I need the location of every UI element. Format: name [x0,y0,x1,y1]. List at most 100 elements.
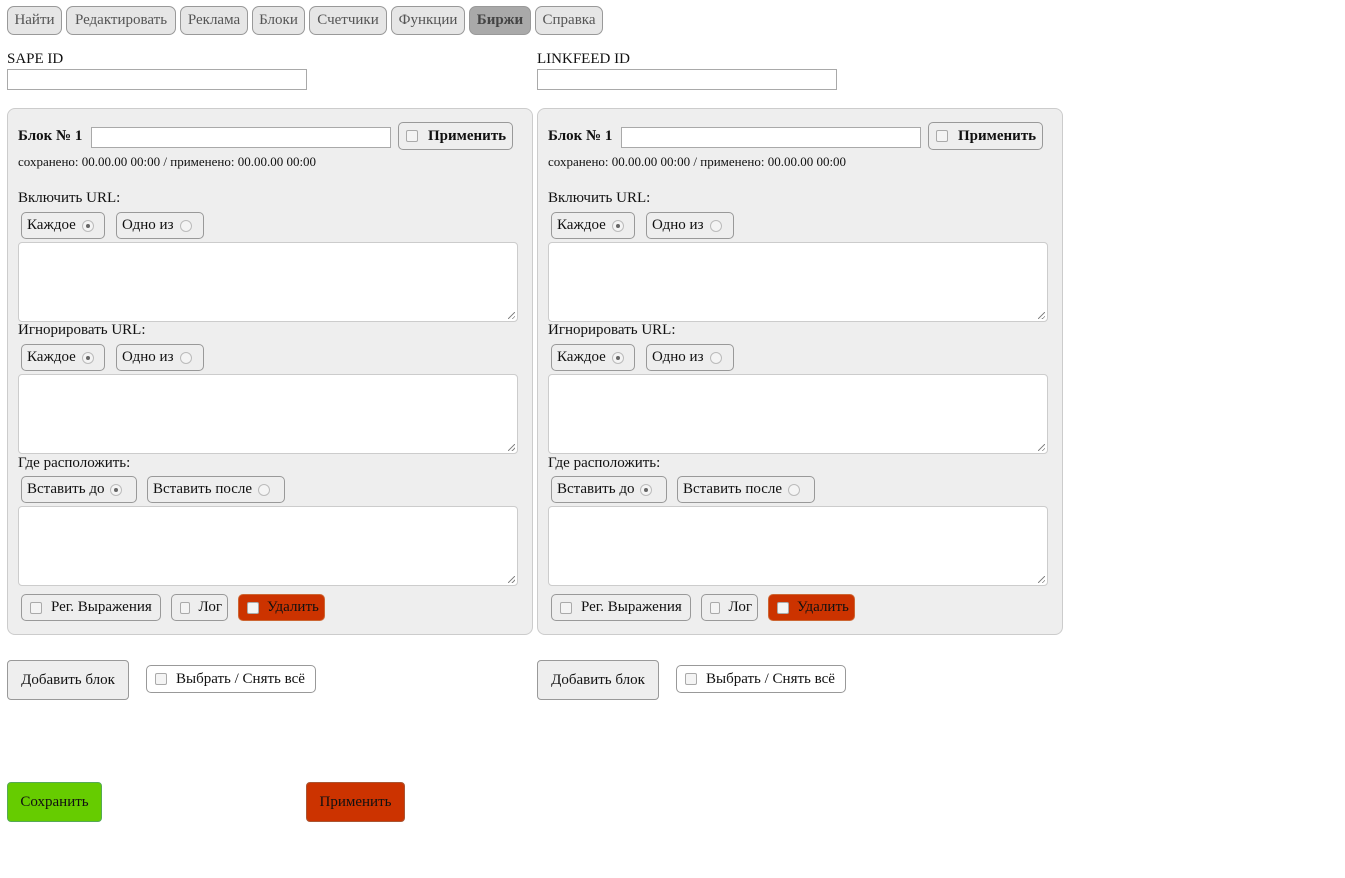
include-option-0[interactable]: Каждое [551,212,635,239]
ignore-url-label: Игнорировать URL: [18,322,146,338]
checkbox[interactable] [560,601,572,614]
block-status: сохранено: 00.00.00 00:00 / применено: 0… [548,154,847,169]
option-label: Вставить после [153,481,253,497]
ignore-url-textarea[interactable] [548,374,1048,454]
radio-selected[interactable] [110,483,123,496]
radio-unselected[interactable] [709,219,722,232]
where-option-1[interactable]: Вставить после [147,476,285,503]
regex-checkbox[interactable]: Рег. Выражения [21,594,161,621]
where-option-0[interactable]: Вставить до [21,476,137,503]
log-checkbox[interactable]: Лог [171,594,228,621]
tab-0[interactable]: Найти [7,6,62,35]
log-checkbox[interactable]: Лог [701,594,758,621]
option-label: Одно из [652,349,704,365]
regex-label: Рег. Выражения [581,599,682,615]
checkbox[interactable] [710,601,720,614]
checkbox[interactable] [247,601,259,614]
log-label: Лог [728,599,752,615]
radio-selected[interactable] [640,483,653,496]
where-option-1[interactable]: Вставить после [677,476,815,503]
checkbox[interactable] [936,130,948,142]
add-block-button[interactable]: Добавить блок [7,660,129,700]
block-status: сохранено: 00.00.00 00:00 / применено: 0… [18,154,317,169]
checkbox[interactable] [155,673,167,685]
checkbox[interactable] [406,130,418,142]
include-url-textarea[interactable] [18,242,518,322]
radio-unselected[interactable] [788,483,801,496]
option-label: Каждое [557,217,606,233]
include-url-label: Включить URL: [18,190,121,206]
radio-selected[interactable] [81,351,94,364]
option-label: Одно из [652,217,704,233]
include-url-label: Включить URL: [548,190,651,206]
radio-selected[interactable] [611,351,624,364]
checkbox[interactable] [777,601,789,614]
where-label: Где расположить: [548,455,661,471]
id-label: SAPE ID [7,51,64,67]
regex-checkbox[interactable]: Рег. Выражения [551,594,691,621]
select-all-checkbox[interactable]: Выбрать / Снять всё [676,665,846,693]
tab-5[interactable]: Функции [391,6,465,35]
tab-1[interactable]: Редактировать [66,6,176,35]
tab-3[interactable]: Блоки [252,6,305,35]
option-label: Вставить после [683,481,783,497]
option-label: Одно из [122,349,174,365]
include-url-textarea[interactable] [548,242,1048,322]
delete-checkbox[interactable]: Удалить [238,594,325,621]
option-label: Вставить до [557,481,635,497]
apply-all-button[interactable]: Применить [306,782,405,822]
radio-selected[interactable] [81,219,94,232]
checkbox[interactable] [180,601,190,614]
add-block-button[interactable]: Добавить блок [537,660,659,700]
select-all-label: Выбрать / Снять всё [706,670,835,687]
include-option-0[interactable]: Каждое [21,212,105,239]
where-option-0[interactable]: Вставить до [551,476,667,503]
id-label: LINKFEED ID [537,51,630,67]
ignore-option-1[interactable]: Одно из [646,344,734,371]
block-apply-checkbox[interactable]: Применить [928,122,1043,150]
include-option-1[interactable]: Одно из [116,212,204,239]
tab-6[interactable]: Биржи [469,6,531,35]
checkbox[interactable] [685,673,697,685]
include-option-1[interactable]: Одно из [646,212,734,239]
tab-7[interactable]: Справка [535,6,603,35]
option-label: Каждое [27,217,76,233]
radio-unselected[interactable] [179,351,192,364]
checkbox[interactable] [30,601,42,614]
block-name-input[interactable] [621,127,921,148]
block-panel: Блок № 1 Применить сохранено: 00.00.00 0… [537,108,1063,635]
block-name-input[interactable] [91,127,391,148]
radio-unselected[interactable] [179,219,192,232]
block-panel: Блок № 1 Применить сохранено: 00.00.00 0… [7,108,533,635]
ignore-option-1[interactable]: Одно из [116,344,204,371]
radio-unselected[interactable] [258,483,271,496]
id-input[interactable] [7,69,307,90]
radio-unselected[interactable] [709,351,722,364]
radio-selected[interactable] [611,219,624,232]
option-label: Каждое [27,349,76,365]
where-label: Где расположить: [18,455,131,471]
save-button[interactable]: Сохранить [7,782,102,822]
ignore-option-0[interactable]: Каждое [21,344,105,371]
apply-label: Применить [428,127,507,144]
regex-label: Рег. Выражения [51,599,152,615]
delete-label: Удалить [797,599,849,615]
ignore-url-textarea[interactable] [18,374,518,454]
log-label: Лог [198,599,222,615]
select-all-checkbox[interactable]: Выбрать / Снять всё [146,665,316,693]
where-textarea[interactable] [18,506,518,586]
id-input[interactable] [537,69,837,90]
option-label: Одно из [122,217,174,233]
block-title: Блок № 1 [548,128,613,144]
select-all-label: Выбрать / Снять всё [176,670,305,687]
tab-2[interactable]: Реклама [180,6,248,35]
delete-checkbox[interactable]: Удалить [768,594,855,621]
block-apply-checkbox[interactable]: Применить [398,122,513,150]
ignore-option-0[interactable]: Каждое [551,344,635,371]
option-label: Вставить до [27,481,105,497]
option-label: Каждое [557,349,606,365]
ignore-url-label: Игнорировать URL: [548,322,676,338]
tab-4[interactable]: Счетчики [309,6,387,35]
delete-label: Удалить [267,599,319,615]
where-textarea[interactable] [548,506,1048,586]
